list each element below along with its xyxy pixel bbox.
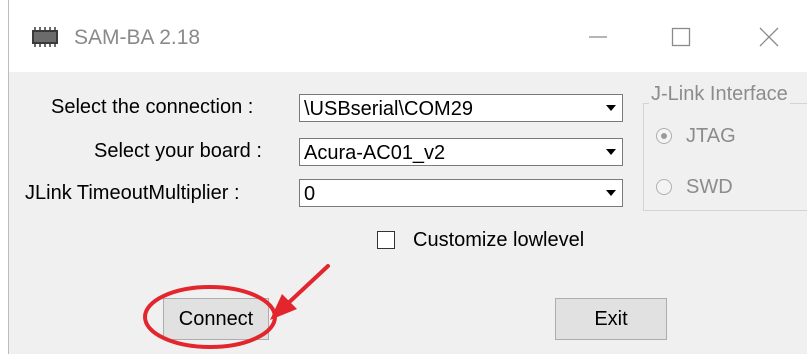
chip-app-icon (32, 27, 58, 47)
timeout-value: 0 (304, 183, 316, 205)
close-icon (759, 27, 779, 47)
swd-radio[interactable] (656, 179, 672, 195)
chevron-down-icon (606, 190, 616, 196)
connection-select[interactable]: \USBserial\COM29 (299, 94, 623, 122)
timeout-label: JLink TimeoutMultiplier : (25, 182, 240, 204)
minimize-button[interactable] (570, 16, 626, 58)
customize-lowlevel-checkbox[interactable] (377, 231, 395, 249)
dropdown-arrow[interactable] (600, 180, 622, 206)
customize-lowlevel-label: Customize lowlevel (413, 229, 585, 251)
title-bar: SAM-BA 2.18 (9, 0, 807, 72)
sam-ba-window: SAM-BA 2.18 Select the connection : \USB… (8, 0, 807, 354)
maximize-button[interactable] (653, 16, 709, 58)
dropdown-arrow[interactable] (600, 95, 622, 121)
board-value: Acura-AC01_v2 (304, 142, 446, 164)
close-button[interactable] (741, 16, 797, 58)
chevron-down-icon (606, 105, 616, 111)
connect-button[interactable]: Connect (163, 298, 269, 340)
radio-selected-dot (661, 133, 667, 139)
dropdown-arrow[interactable] (600, 139, 622, 165)
swd-label: SWD (686, 176, 733, 198)
jlink-interface-title: J-Link Interface (649, 83, 790, 106)
jtag-radio[interactable] (656, 128, 672, 144)
minimize-icon (589, 36, 607, 38)
timeout-select[interactable]: 0 (299, 179, 623, 207)
board-label: Select your board : (94, 140, 262, 162)
chevron-down-icon (606, 149, 616, 155)
maximize-icon (671, 27, 691, 47)
connection-value: \USBserial\COM29 (304, 98, 473, 120)
window-title: SAM-BA 2.18 (74, 26, 201, 49)
jtag-label: JTAG (686, 125, 736, 147)
board-select[interactable]: Acura-AC01_v2 (299, 138, 623, 166)
connection-label: Select the connection : (51, 96, 254, 118)
exit-button[interactable]: Exit (555, 298, 667, 340)
